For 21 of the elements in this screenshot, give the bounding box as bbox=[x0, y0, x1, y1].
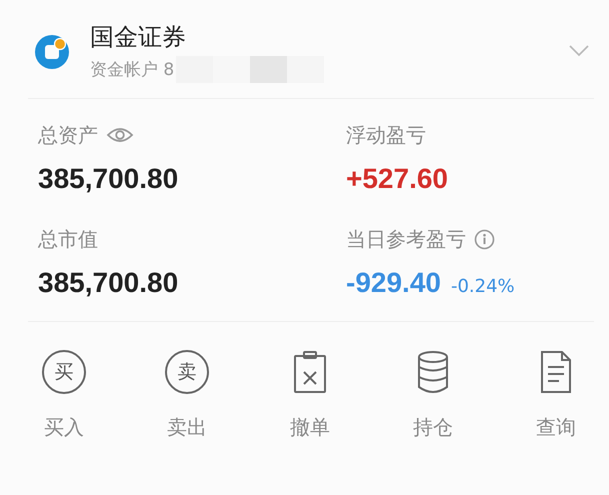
clipboard-x-icon[interactable] bbox=[292, 350, 328, 394]
logo-icon bbox=[33, 33, 71, 71]
stat-label: 浮动盈亏 bbox=[346, 122, 426, 148]
stat-value: 385,700.80 bbox=[38, 267, 178, 299]
stat-value: +527.60 bbox=[346, 163, 448, 195]
info-icon[interactable] bbox=[474, 228, 495, 250]
document-icon[interactable] bbox=[539, 350, 573, 394]
stat-label: 总资产 bbox=[38, 122, 98, 148]
action-button[interactable]: 卖 卖出 bbox=[137, 348, 237, 441]
action-button[interactable]: 买 买入 bbox=[14, 348, 114, 441]
change-percent: -0.24% bbox=[450, 276, 515, 297]
stat-label: 总市值 bbox=[38, 226, 98, 252]
stat-value: -929.40 bbox=[346, 267, 441, 299]
account-label: 资金帐户 8 bbox=[90, 59, 174, 81]
circle-glyph-icon[interactable]: 买 bbox=[42, 350, 86, 394]
broker-name: 国金证券 bbox=[90, 22, 187, 53]
stat-label: 当日参考盈亏 bbox=[346, 226, 466, 252]
eye-icon[interactable] bbox=[106, 126, 134, 144]
database-icon[interactable] bbox=[416, 350, 450, 394]
circle-glyph-icon[interactable]: 卖 bbox=[165, 350, 209, 394]
stat-value: 385,700.80 bbox=[38, 163, 178, 195]
